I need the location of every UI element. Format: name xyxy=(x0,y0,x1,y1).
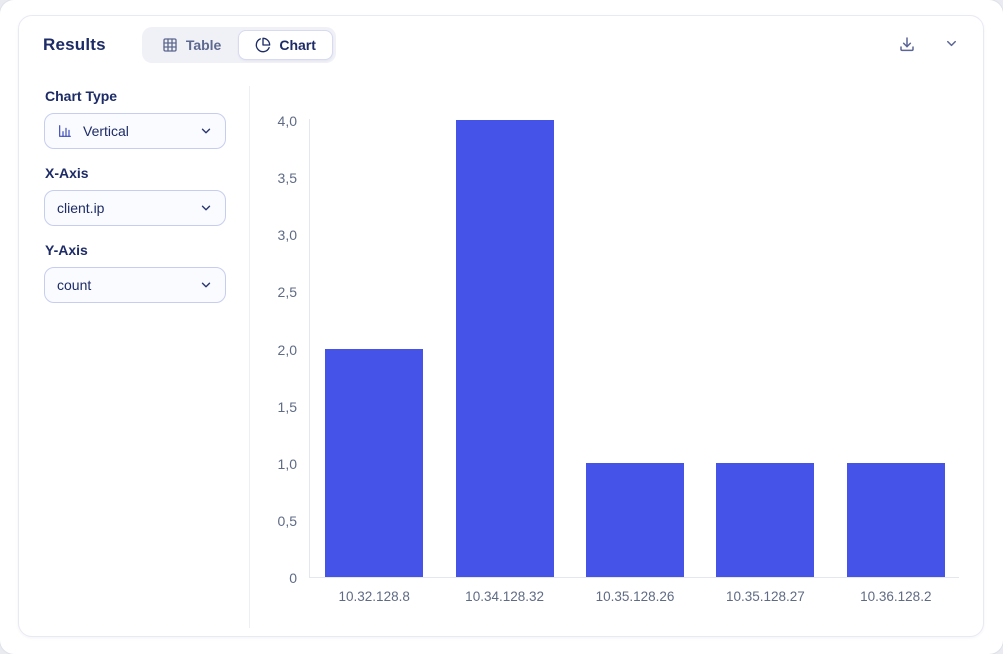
chart-bar[interactable] xyxy=(716,463,814,577)
y-axis-line xyxy=(309,119,310,578)
pie-chart-icon xyxy=(255,37,271,53)
chart-type-select[interactable]: Vertical xyxy=(44,113,226,149)
chart-settings-sidebar: Chart Type Vertical X-Axis client.i xyxy=(44,88,244,303)
y-tick-label: 1,5 xyxy=(278,399,297,415)
app-window: Results Table xyxy=(0,0,1003,654)
tab-table[interactable]: Table xyxy=(145,30,239,60)
y-tick-label: 3,0 xyxy=(278,227,297,243)
chevron-down-icon xyxy=(199,201,213,215)
results-card: Results Table xyxy=(18,15,984,637)
y-axis-ticks: 00,51,01,52,02,53,03,54,0 xyxy=(259,121,297,578)
view-tab-group: Table Chart xyxy=(142,27,336,63)
plot-area xyxy=(309,121,961,578)
y-tick-label: 0 xyxy=(289,570,297,586)
chart-bar[interactable] xyxy=(847,463,945,577)
chevron-down-icon xyxy=(199,124,213,138)
chart-type-label: Chart Type xyxy=(45,88,244,104)
y-axis-label: Y-Axis xyxy=(45,242,244,258)
chart-bar[interactable] xyxy=(325,349,423,578)
y-tick-label: 1,0 xyxy=(278,456,297,472)
x-axis-value: client.ip xyxy=(57,200,104,216)
tab-chart-label: Chart xyxy=(279,37,316,53)
table-icon xyxy=(162,37,178,53)
x-tick-label: 10.35.128.26 xyxy=(596,589,675,604)
y-tick-label: 0,5 xyxy=(278,513,297,529)
y-axis-value: count xyxy=(57,277,91,293)
x-axis-select[interactable]: client.ip xyxy=(44,190,226,226)
x-tick-label: 10.35.128.27 xyxy=(726,589,805,604)
y-tick-label: 3,5 xyxy=(278,170,297,186)
bar-chart-icon xyxy=(57,123,73,139)
x-axis-label: X-Axis xyxy=(45,165,244,181)
header-actions xyxy=(896,33,961,58)
x-tick-label: 10.36.128.2 xyxy=(860,589,931,604)
card-header: Results Table xyxy=(43,21,961,69)
chevron-down-icon xyxy=(944,36,959,54)
download-button[interactable] xyxy=(896,33,918,58)
chevron-down-icon xyxy=(199,278,213,292)
sidebar-divider xyxy=(249,86,250,628)
x-tick-label: 10.32.128.8 xyxy=(339,589,410,604)
tab-chart[interactable]: Chart xyxy=(238,30,333,60)
chart-bar[interactable] xyxy=(456,120,554,577)
y-tick-label: 4,0 xyxy=(278,113,297,129)
y-axis-select[interactable]: count xyxy=(44,267,226,303)
page-title: Results xyxy=(43,35,106,55)
x-axis-line xyxy=(309,577,959,578)
download-icon xyxy=(898,35,916,56)
y-tick-label: 2,0 xyxy=(278,342,297,358)
chart-type-value: Vertical xyxy=(83,123,129,139)
x-axis-labels: 10.32.128.8 10.34.128.32 10.35.128.26 10.35… xyxy=(309,589,961,609)
y-tick-label: 2,5 xyxy=(278,284,297,300)
x-tick-label: 10.34.128.32 xyxy=(465,589,544,604)
chart-bar[interactable] xyxy=(586,463,684,577)
tab-table-label: Table xyxy=(186,37,222,53)
collapse-button[interactable] xyxy=(942,34,961,56)
